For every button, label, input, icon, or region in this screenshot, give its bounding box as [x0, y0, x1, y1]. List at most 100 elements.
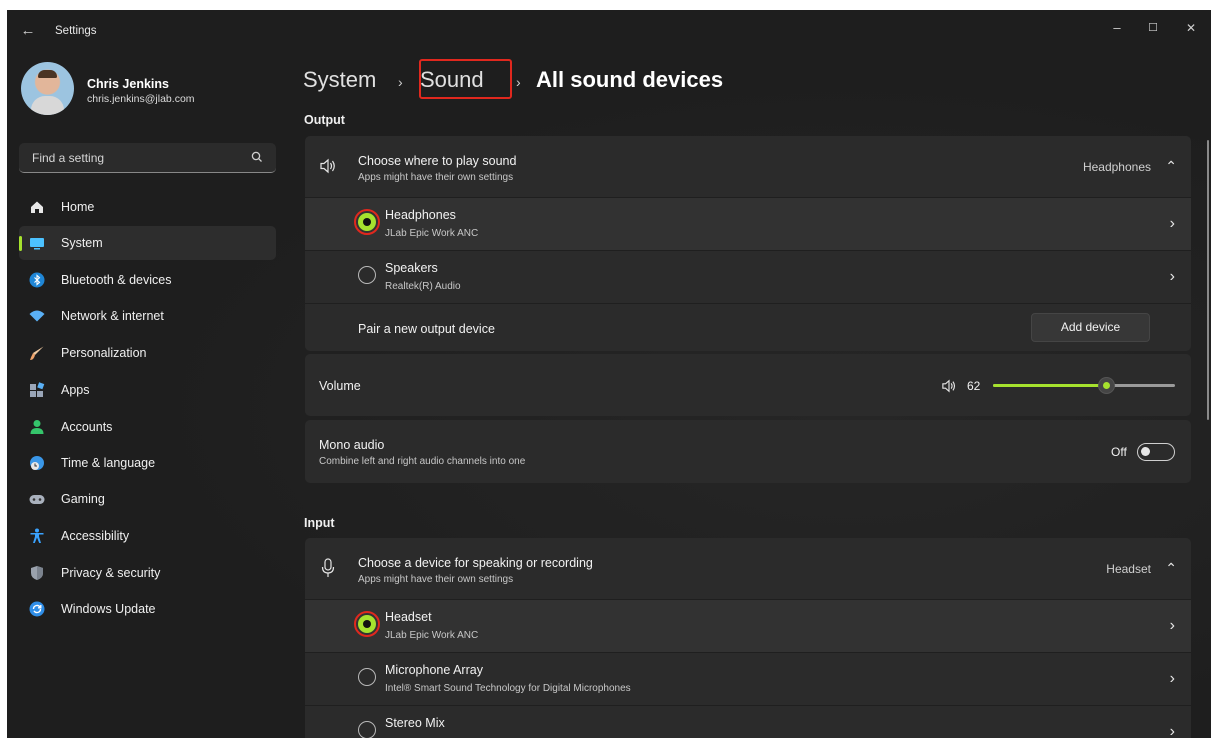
input-section-label: Input — [304, 516, 335, 530]
device-name: Stereo Mix — [385, 716, 445, 730]
sidebar-item-home[interactable]: Home — [19, 190, 276, 224]
sidebar-item-label: Gaming — [61, 492, 105, 506]
minimize-icon[interactable]: – — [1103, 16, 1131, 40]
microphone-icon — [321, 558, 335, 577]
stereo-mix-radio[interactable] — [358, 721, 376, 738]
mono-audio-toggle[interactable] — [1137, 443, 1175, 461]
highlight-ring — [354, 611, 380, 637]
back-arrow-icon[interactable]: ← — [17, 20, 39, 42]
sidebar-item-label: System — [61, 236, 103, 250]
input-device-stereo-mix[interactable]: Stereo Mix › — [305, 706, 1191, 738]
shield-icon — [31, 566, 43, 580]
output-chooser-subtitle: Apps might have their own settings — [358, 172, 514, 183]
speakers-radio[interactable] — [358, 266, 376, 284]
sidebar-item-system[interactable]: System — [19, 226, 276, 260]
sidebar-item-label: Time & language — [61, 456, 156, 470]
search-input[interactable]: Find a setting — [19, 143, 276, 173]
input-chooser-row[interactable]: Choose a device for speaking or recordin… — [305, 538, 1191, 599]
volume-slider[interactable] — [993, 377, 1175, 394]
sidebar-item-windows-update[interactable]: Windows Update — [19, 592, 276, 626]
title-bar: ← Settings – ☐ ✕ — [7, 10, 1211, 54]
highlight-box — [419, 59, 512, 99]
accessibility-icon — [30, 528, 44, 543]
output-device-speakers[interactable]: Speakers Realtek(R) Audio › — [305, 251, 1191, 303]
chevron-right-icon[interactable]: › — [1170, 617, 1175, 635]
device-detail: Realtek(R) Audio — [385, 281, 461, 292]
scrollbar[interactable] — [1207, 140, 1209, 420]
sidebar-item-label: Privacy & security — [61, 566, 161, 580]
selected-indicator — [19, 236, 22, 251]
chevron-up-icon[interactable]: ⌃ — [1165, 158, 1177, 175]
sidebar-item-apps[interactable]: Apps — [19, 373, 276, 407]
app-title: Settings — [55, 25, 97, 37]
device-name: Headset — [385, 610, 432, 624]
output-card: Choose where to play sound Apps might ha… — [305, 136, 1191, 351]
chevron-right-icon[interactable]: › — [1170, 268, 1175, 286]
input-card: Choose a device for speaking or recordin… — [305, 538, 1191, 738]
bluetooth-icon — [29, 272, 45, 288]
sidebar-item-time-language[interactable]: Time & language — [19, 446, 276, 480]
sidebar-item-label: Personalization — [61, 346, 147, 360]
breadcrumb-system[interactable]: System — [303, 65, 376, 95]
speaker-icon[interactable] — [941, 379, 957, 393]
volume-label: Volume — [319, 379, 361, 393]
output-chooser-value: Headphones — [1082, 160, 1151, 174]
speaker-icon — [320, 158, 335, 174]
output-section-label: Output — [304, 113, 345, 127]
sidebar-item-accessibility[interactable]: Accessibility — [19, 519, 276, 553]
sidebar-item-label: Accounts — [61, 420, 113, 434]
globe-clock-icon — [30, 456, 44, 470]
device-detail: JLab Epic Work ANC — [385, 228, 479, 239]
highlight-ring — [354, 209, 380, 235]
pair-output-label: Pair a new output device — [358, 322, 495, 336]
input-device-headset[interactable]: Headset JLab Epic Work ANC › — [305, 600, 1191, 652]
maximize-icon[interactable]: ☐ — [1139, 16, 1167, 40]
accounts-icon — [30, 420, 44, 434]
input-device-microphone-array[interactable]: Microphone Array Intel® Smart Sound Tech… — [305, 653, 1191, 705]
output-chooser-title: Choose where to play sound — [358, 154, 517, 168]
avatar — [21, 62, 74, 115]
microphone-array-radio[interactable] — [358, 668, 376, 686]
mono-audio-title: Mono audio — [319, 438, 385, 452]
search-placeholder: Find a setting — [32, 151, 105, 165]
volume-card: Volume 62 — [305, 354, 1191, 416]
page-title: All sound devices — [536, 67, 724, 92]
output-chooser-row[interactable]: Choose where to play sound Apps might ha… — [305, 136, 1191, 197]
chevron-up-icon[interactable]: ⌃ — [1165, 560, 1177, 577]
input-chooser-subtitle: Apps might have their own settings — [358, 574, 514, 585]
sidebar-item-label: Bluetooth & devices — [61, 273, 172, 287]
input-chooser-title: Choose a device for speaking or recordin… — [358, 556, 593, 570]
add-device-button[interactable]: Add device — [1031, 313, 1150, 342]
sidebar-item-network[interactable]: Network & internet — [19, 299, 276, 333]
sidebar-item-label: Windows Update — [61, 602, 156, 616]
chevron-right-icon[interactable]: › — [1170, 723, 1175, 738]
breadcrumb-separator: › — [398, 74, 403, 90]
wifi-icon — [29, 310, 45, 322]
gamepad-icon — [29, 495, 45, 504]
sidebar-item-bluetooth[interactable]: Bluetooth & devices — [19, 263, 276, 297]
breadcrumb-separator: › — [516, 74, 521, 90]
mono-audio-card: Mono audio Combine left and right audio … — [305, 420, 1191, 483]
chevron-right-icon[interactable]: › — [1170, 670, 1175, 688]
device-detail: JLab Epic Work ANC — [385, 630, 479, 641]
profile-email: chris.jenkins@jlab.com — [87, 93, 195, 105]
sidebar-item-label: Home — [61, 200, 95, 214]
update-icon — [29, 601, 45, 617]
close-icon[interactable]: ✕ — [1177, 16, 1205, 40]
output-device-headphones[interactable]: Headphones JLab Epic Work ANC › — [305, 198, 1191, 250]
device-name: Speakers — [385, 261, 438, 275]
volume-slider-fill — [993, 384, 1106, 387]
sidebar-item-label: Network & internet — [61, 309, 164, 323]
profile-name: Chris Jenkins — [87, 77, 169, 91]
sidebar-item-accounts[interactable]: Accounts — [19, 410, 276, 444]
volume-slider-thumb[interactable] — [1098, 377, 1115, 394]
device-detail: Intel® Smart Sound Technology for Digita… — [385, 683, 631, 694]
sidebar-item-privacy-security[interactable]: Privacy & security — [19, 556, 276, 590]
device-name: Microphone Array — [385, 663, 483, 677]
sidebar-item-label: Apps — [61, 383, 90, 397]
apps-icon — [30, 382, 45, 397]
brush-icon — [30, 346, 44, 360]
sidebar-item-personalization[interactable]: Personalization — [19, 336, 276, 370]
sidebar-item-gaming[interactable]: Gaming — [19, 482, 276, 516]
chevron-right-icon[interactable]: › — [1170, 215, 1175, 233]
